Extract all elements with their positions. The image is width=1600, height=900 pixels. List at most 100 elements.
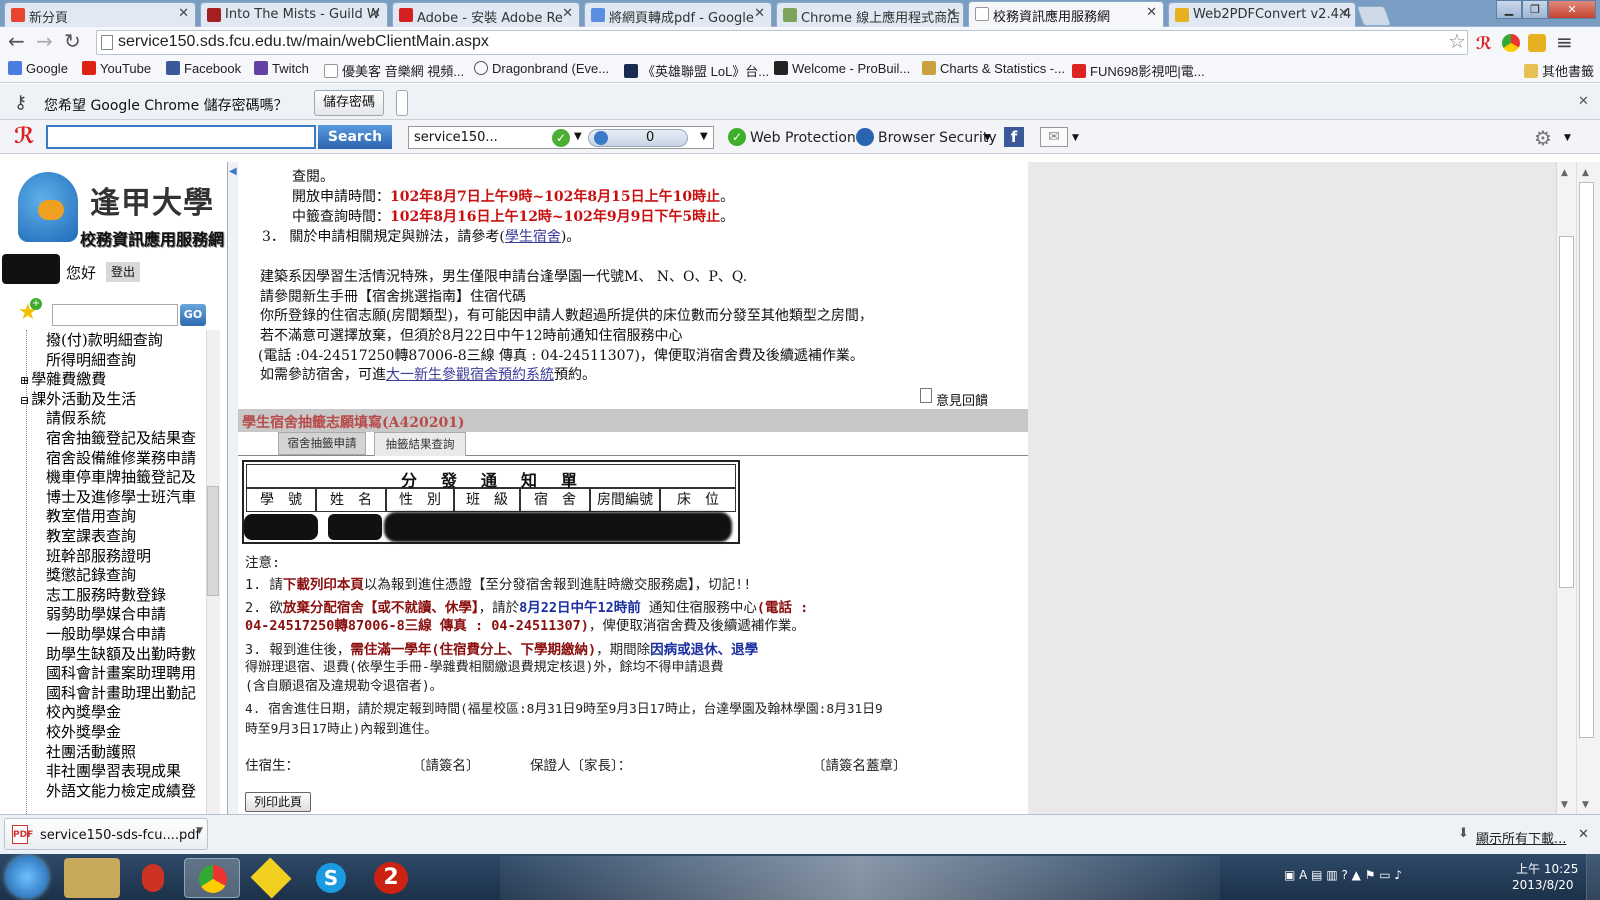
feedback-link[interactable]: 意見回饋 bbox=[936, 390, 988, 409]
tab-web2pdf[interactable]: Web2PDFConvert v2.4.4 ✕ bbox=[1168, 2, 1356, 27]
sidebar-item[interactable]: 宿舍抽籤登記及結果查 bbox=[46, 427, 196, 448]
bookmark-dragonbrand[interactable]: Dragonbrand (Eve... bbox=[474, 61, 609, 76]
scroll-up-icon[interactable]: ▲ bbox=[1582, 168, 1589, 178]
close-icon[interactable]: ✕ bbox=[946, 6, 957, 21]
sidebar-item[interactable]: 教室課表查詢 bbox=[46, 525, 136, 546]
sidebar-splitter[interactable] bbox=[228, 162, 238, 814]
tab-dorm-apply[interactable]: 宿舍抽籤申請 bbox=[278, 432, 366, 455]
sidebar-item[interactable]: 助學生缺額及出勤時數 bbox=[46, 643, 196, 664]
start-button[interactable] bbox=[6, 856, 48, 898]
scroll-down-icon[interactable]: ▼ bbox=[1561, 800, 1568, 810]
print-button[interactable]: 列印此頁 bbox=[245, 792, 311, 812]
tab-new[interactable]: 新分頁 ✕ bbox=[4, 2, 196, 27]
sidebar-item[interactable]: 志工服務時數登錄 bbox=[46, 584, 166, 605]
app-taskbar-icon[interactable]: 2 bbox=[364, 858, 420, 898]
bookmark-lol[interactable]: 《英雄聯盟 LoL》台... bbox=[624, 61, 769, 80]
extension-icon[interactable] bbox=[1528, 34, 1546, 52]
chevron-down-icon[interactable]: ▼ bbox=[574, 131, 582, 142]
skype-taskbar-icon[interactable]: S bbox=[304, 858, 360, 898]
reload-icon[interactable]: ↻ bbox=[64, 30, 81, 52]
bookmark-youtube[interactable]: YouTube bbox=[82, 61, 151, 76]
save-password-button[interactable]: 儲存密碼 bbox=[314, 90, 384, 116]
maximize-button[interactable]: ❐ bbox=[1522, 0, 1548, 19]
sidebar-item[interactable]: 撥(付)款明細查詢 bbox=[46, 329, 163, 350]
avg-search-button[interactable]: Search bbox=[318, 125, 392, 149]
tab-fcu[interactable]: 校務資訊應用服務網 ✕ bbox=[968, 1, 1164, 28]
bookmark-umeko[interactable]: 優美客 音樂網 視頻... bbox=[324, 61, 464, 80]
menu-icon[interactable]: ≡ bbox=[1556, 30, 1573, 54]
menu-search-input[interactable] bbox=[52, 304, 178, 326]
chrome-taskbar-icon[interactable] bbox=[184, 858, 240, 898]
chevron-down-icon[interactable]: ▼ bbox=[1072, 133, 1079, 143]
sidebar-item[interactable]: 社團活動護照 bbox=[46, 741, 136, 762]
chrome-extension-icon[interactable] bbox=[1502, 34, 1520, 52]
forward-icon[interactable]: → bbox=[36, 30, 53, 52]
sidebar-item[interactable]: 國科會計畫助理出勤記 bbox=[46, 682, 196, 703]
sidebar-item[interactable]: 一般助學媒合申請 bbox=[46, 623, 166, 644]
show-all-downloads-link[interactable]: 顯示所有下載... bbox=[1476, 828, 1566, 847]
visit-booking-link[interactable]: 大一新生參觀宿舍預約系統 bbox=[386, 367, 554, 383]
tab-guild[interactable]: Into The Mists - Guild W ✕ bbox=[200, 2, 388, 27]
sidebar-item[interactable]: 校外獎學金 bbox=[46, 721, 121, 742]
tab-google[interactable]: 將網頁轉成pdf - Google ✕ bbox=[584, 2, 772, 27]
expand-icon[interactable]: ⊞ bbox=[20, 374, 29, 387]
bookmark-twitch[interactable]: Twitch bbox=[254, 61, 309, 76]
tab-chrome-store[interactable]: Chrome 線上應用程式商店 ✕ bbox=[776, 2, 964, 27]
password-dropdown-button[interactable] bbox=[396, 90, 408, 116]
sidebar-item[interactable]: 教室借用查詢 bbox=[46, 505, 136, 526]
collapse-icon[interactable]: ⊟ bbox=[20, 394, 29, 407]
browser-security-menu[interactable]: Browser Security bbox=[878, 130, 997, 146]
url-text[interactable]: service150.sds.fcu.edu.tw/main/webClient… bbox=[118, 33, 489, 51]
close-icon[interactable]: ✕ bbox=[1578, 94, 1589, 109]
dorm-link[interactable]: 學生宿舍 bbox=[505, 229, 561, 245]
bookmark-probuilds[interactable]: Welcome - ProBuil... bbox=[774, 61, 910, 76]
collapse-arrow-icon[interactable]: ◀ bbox=[229, 166, 237, 177]
chevron-down-icon[interactable]: ▼ bbox=[700, 131, 708, 142]
bookmark-charts[interactable]: Charts & Statistics -... bbox=[922, 61, 1065, 76]
sidebar-item[interactable]: 校內獎學金 bbox=[46, 701, 121, 722]
bookmark-facebook[interactable]: Facebook bbox=[166, 61, 241, 76]
sidebar-item[interactable]: 請假系統 bbox=[46, 407, 106, 428]
web-protection-label[interactable]: Web Protection bbox=[750, 130, 856, 146]
sidebar-item[interactable]: 班幹部服務證明 bbox=[46, 545, 151, 566]
outer-scroll-thumb[interactable] bbox=[1579, 182, 1594, 738]
sidebar-item[interactable]: 非社團學習表現成果 bbox=[46, 760, 181, 781]
close-icon[interactable]: ✕ bbox=[754, 6, 765, 21]
chevron-down-icon[interactable]: ▼ bbox=[984, 133, 991, 143]
facebook-icon[interactable]: f bbox=[1004, 127, 1024, 147]
tray-icons[interactable]: ▣ A ▤ ▥ ? ▲ ⚑ ▭ ♪ bbox=[1284, 868, 1402, 882]
sidebar-item[interactable]: ⊟ 課外活動及生活 bbox=[20, 388, 136, 409]
bookmark-fun698[interactable]: FUN698影視吧|電... bbox=[1072, 61, 1205, 80]
chevron-down-icon[interactable]: ▼ bbox=[196, 826, 203, 836]
close-window-button[interactable]: ✕ bbox=[1548, 0, 1596, 19]
sidebar-item[interactable]: 所得明細查詢 bbox=[46, 349, 136, 370]
show-desktop-button[interactable] bbox=[1586, 854, 1600, 900]
sidebar-item[interactable]: 機車停車牌抽籤登記及 bbox=[46, 466, 196, 487]
scroll-thumb[interactable] bbox=[1559, 236, 1574, 588]
star-icon[interactable]: ☆ bbox=[1448, 29, 1466, 53]
app-taskbar-icon[interactable] bbox=[244, 857, 300, 899]
app-taskbar-icon[interactable] bbox=[124, 858, 180, 898]
close-icon[interactable]: ✕ bbox=[1338, 6, 1349, 21]
close-icon[interactable]: ✕ bbox=[1146, 5, 1157, 20]
close-icon[interactable]: ✕ bbox=[370, 6, 381, 21]
close-icon[interactable]: ✕ bbox=[562, 6, 573, 21]
back-icon[interactable]: ← bbox=[8, 30, 25, 52]
chevron-down-icon[interactable]: ▼ bbox=[1564, 133, 1571, 143]
sidebar-item[interactable]: 弱勢助學媒合申請 bbox=[46, 603, 166, 624]
clock-time[interactable]: 上午 10:25 bbox=[1516, 860, 1578, 877]
close-icon[interactable]: ✕ bbox=[178, 6, 189, 21]
sidebar-item[interactable]: 國科會計畫案助理聘用 bbox=[46, 662, 196, 683]
avg-icon[interactable]: ℛ bbox=[1476, 34, 1494, 54]
sidebar-item[interactable]: 宿舍設備維修業務申請 bbox=[46, 447, 196, 468]
bookmark-other[interactable]: 其他書籤 bbox=[1524, 61, 1594, 80]
scroll-up-icon[interactable]: ▲ bbox=[1561, 168, 1568, 178]
scroll-down-icon[interactable]: ▼ bbox=[1582, 800, 1589, 810]
mail-icon[interactable]: ✉ bbox=[1040, 127, 1068, 147]
sidebar-item[interactable]: 獎懲記錄查詢 bbox=[46, 564, 136, 585]
clock-date[interactable]: 2013/8/20 bbox=[1512, 878, 1574, 892]
avg-search-input[interactable] bbox=[46, 125, 316, 149]
sidebar-item[interactable]: 外語文能力檢定成績登 bbox=[46, 780, 196, 801]
minimize-button[interactable]: ▁ bbox=[1496, 0, 1522, 19]
explorer-taskbar-icon[interactable] bbox=[64, 858, 120, 898]
